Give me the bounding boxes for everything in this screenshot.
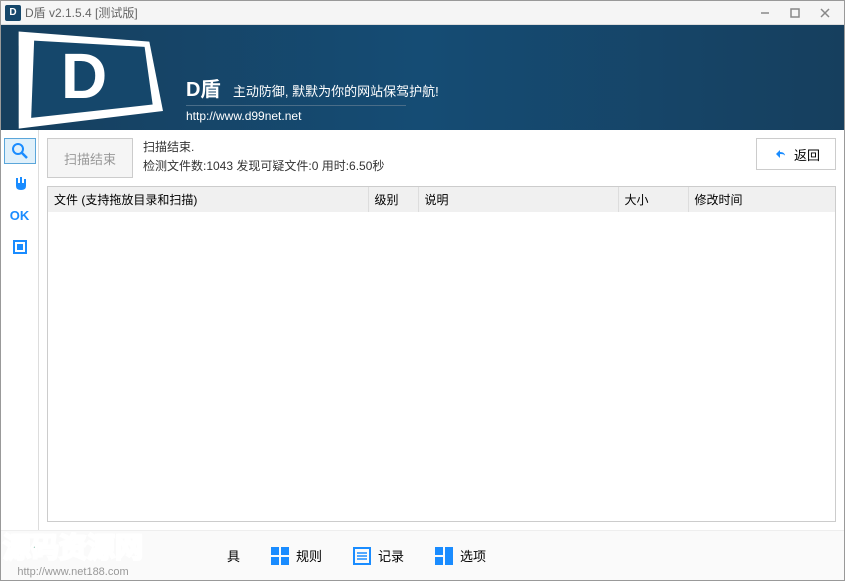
search-icon (11, 142, 29, 160)
tab-label: 规则 (296, 546, 322, 565)
return-button[interactable]: 返回 (756, 138, 836, 170)
sidebar-item-box[interactable] (4, 234, 36, 260)
app-icon: D (5, 5, 21, 21)
hand-icon (11, 174, 29, 192)
return-label: 返回 (794, 145, 820, 164)
tab-tool[interactable]: 具 (213, 540, 254, 571)
status-text: 扫描结束. 检测文件数:1043 发现可疑文件:0 用时:6.50秒 (143, 138, 746, 176)
tiles-icon (434, 546, 454, 566)
tab-label: 记录 (378, 546, 404, 565)
col-level[interactable]: 级别 (368, 187, 418, 212)
col-mtime[interactable]: 修改时间 (688, 187, 835, 212)
svg-text:D: D (61, 40, 107, 112)
tab-log[interactable]: 记录 (338, 540, 418, 572)
banner-title: D盾 (186, 73, 220, 102)
bottom-tabs: 具 规则 记录 选项 (1, 530, 844, 580)
banner-url: http://www.d99net.net (186, 105, 406, 123)
results-table[interactable]: 文件 (支持拖放目录和扫描) 级别 说明 大小 修改时间 (47, 186, 836, 522)
logo: D (1, 25, 176, 130)
box-icon (11, 238, 29, 256)
grid-icon (270, 546, 290, 566)
window-title: D盾 v2.1.5.4 [测试版] (25, 4, 758, 21)
maximize-button[interactable] (788, 6, 802, 20)
col-size[interactable]: 大小 (618, 187, 688, 212)
banner-subtitle: 主动防御, 默默为你的网站保驾护航! (233, 84, 439, 99)
list-icon (352, 546, 372, 566)
tab-options[interactable]: 选项 (420, 540, 500, 572)
ok-icon: OK (10, 208, 30, 223)
sidebar: OK (1, 130, 39, 530)
banner: D D盾 主动防御, 默默为你的网站保驾护航! http://www.d99ne… (1, 25, 844, 130)
scan-button[interactable]: 扫描结束 (47, 138, 133, 178)
close-button[interactable] (818, 6, 832, 20)
status-line-2: 检测文件数:1043 发现可疑文件:0 用时:6.50秒 (143, 157, 746, 176)
undo-icon (772, 146, 788, 162)
titlebar: D D盾 v2.1.5.4 [测试版] (1, 1, 844, 25)
col-file[interactable]: 文件 (支持拖放目录和扫描) (48, 187, 368, 212)
sidebar-item-scan[interactable] (4, 138, 36, 164)
minimize-button[interactable] (758, 6, 772, 20)
status-line-1: 扫描结束. (143, 138, 746, 157)
sidebar-item-shield[interactable] (4, 170, 36, 196)
tab-label: 选项 (460, 546, 486, 565)
col-desc[interactable]: 说明 (418, 187, 618, 212)
tab-label: 具 (227, 546, 240, 565)
sidebar-item-ok[interactable]: OK (4, 202, 36, 228)
tab-rules[interactable]: 规则 (256, 540, 336, 572)
window-controls (758, 6, 840, 20)
